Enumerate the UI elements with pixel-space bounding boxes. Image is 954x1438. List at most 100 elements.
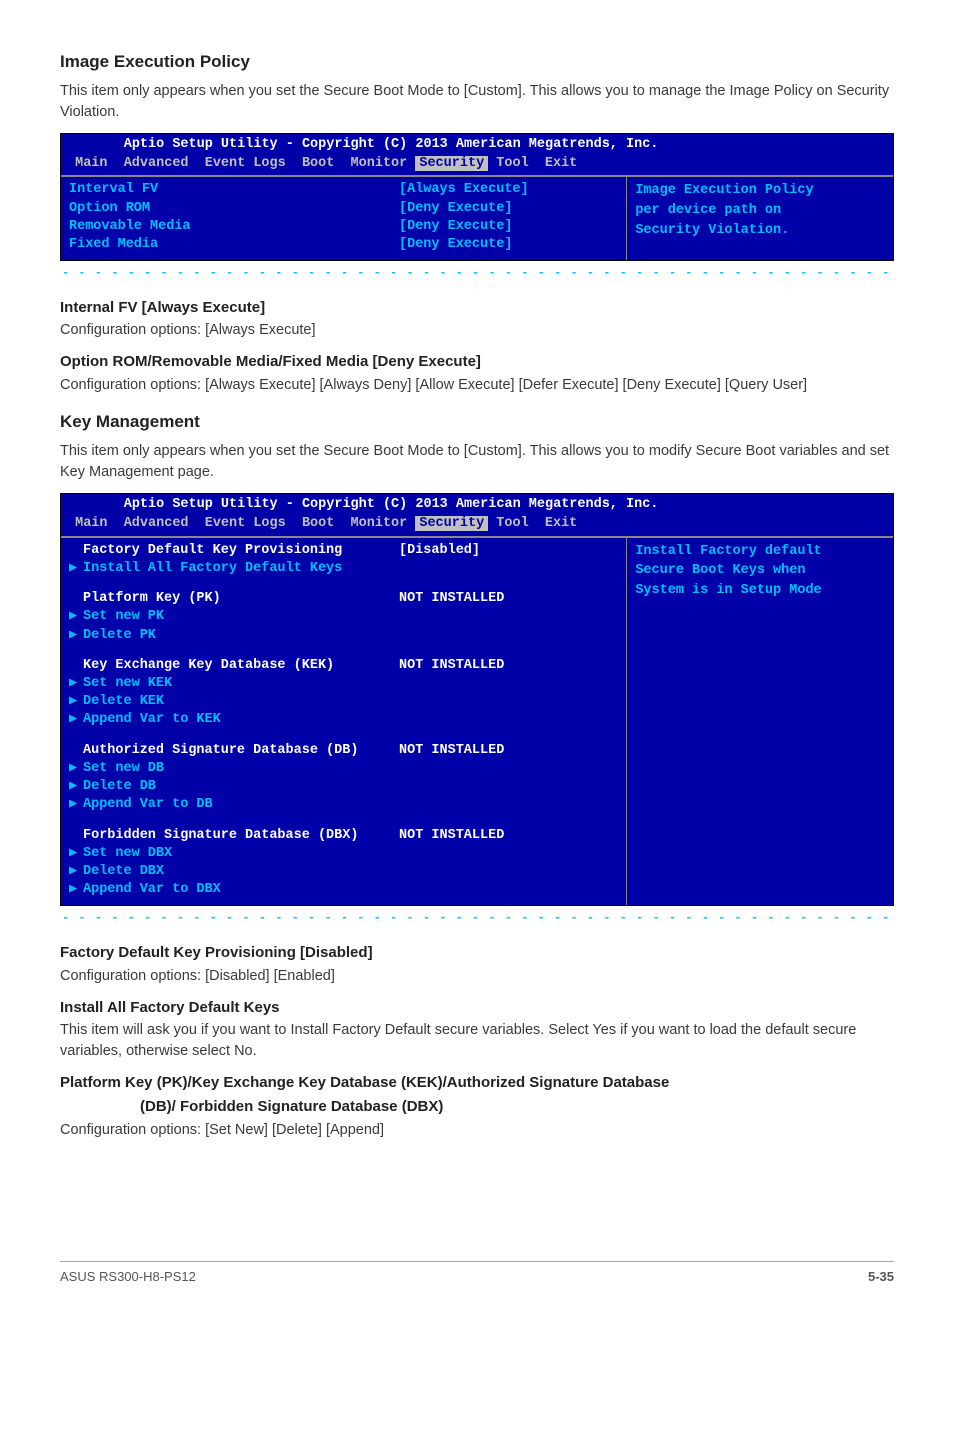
- bios2-label: Set new DB: [83, 760, 399, 778]
- section-title-2: Key Management: [60, 410, 894, 435]
- bios2-label: Set new PK: [83, 608, 399, 626]
- bios2-value: NOT INSTALLED: [399, 742, 618, 760]
- bios2-left-panel: Factory Default Key Provisioning[Disable…: [61, 537, 626, 906]
- bios2-label: Delete DB: [83, 778, 399, 796]
- bios2-group-spacer: [69, 730, 618, 742]
- bios1-dashes: - - - - - - - - - - - - - - - - - - - - …: [60, 265, 894, 282]
- triangle-icon: [69, 542, 83, 560]
- bios1-help-1: per device path on: [635, 201, 885, 221]
- bios2-value: [399, 796, 618, 814]
- section-title-1: Image Execution Policy: [60, 50, 894, 75]
- triangle-icon: ▶: [69, 675, 83, 693]
- sub5-title2: (DB)/ Forbidden Signature Database (DBX): [60, 1096, 894, 1118]
- bios2-label: Key Exchange Key Database (KEK): [83, 657, 399, 675]
- bios2-label: Set new KEK: [83, 675, 399, 693]
- bios2-label: Delete PK: [83, 627, 399, 645]
- bios1-row0-label: Interval FV: [69, 181, 399, 199]
- bios1-tab-active: Security: [415, 156, 488, 171]
- bios2-label: Append Var to KEK: [83, 711, 399, 729]
- page-footer: ASUS RS300-H8-PS12 5-35: [60, 1261, 894, 1287]
- sub4-text: This item will ask you if you want to In…: [60, 1020, 894, 1062]
- triangle-icon: ▶: [69, 863, 83, 881]
- bios2-tab-active: Security: [415, 516, 488, 531]
- bios2-value: NOT INSTALLED: [399, 657, 618, 675]
- bios2-value: [399, 675, 618, 693]
- bios2-value: [399, 560, 618, 578]
- bios2-label: Append Var to DBX: [83, 881, 399, 899]
- sub2-text: Configuration options: [Always Execute] …: [60, 375, 894, 396]
- bios2-value: NOT INSTALLED: [399, 590, 618, 608]
- bios1-tabs-post: Tool Exit: [488, 156, 577, 171]
- bios2-row: ▶Append Var to DB: [69, 796, 618, 814]
- bios2-tabs-post: Tool Exit: [488, 516, 577, 531]
- bios2-tabs: Main Advanced Event Logs Boot Monitor Se…: [61, 514, 893, 536]
- sub3-title: Factory Default Key Provisioning [Disabl…: [60, 942, 894, 964]
- bios2-row: Key Exchange Key Database (KEK)NOT INSTA…: [69, 657, 618, 675]
- bios2-row: Authorized Signature Database (DB)NOT IN…: [69, 742, 618, 760]
- bios2-header: Aptio Setup Utility - Copyright (C) 2013…: [61, 494, 893, 514]
- bios2-group-spacer: [69, 815, 618, 827]
- bios2-value: [399, 881, 618, 899]
- bios1-row2-label: Removable Media: [69, 218, 399, 236]
- bios2-row: ▶Set new DB: [69, 760, 618, 778]
- sub4-title: Install All Factory Default Keys: [60, 997, 894, 1019]
- bios2-row: ▶Delete KEK: [69, 693, 618, 711]
- bios2-value: [399, 845, 618, 863]
- bios2-label: Install All Factory Default Keys: [83, 560, 399, 578]
- sub1-title: Internal FV [Always Execute]: [60, 297, 894, 319]
- bios1-help-0: Image Execution Policy: [635, 181, 885, 201]
- triangle-icon: ▶: [69, 760, 83, 778]
- bios1-help-2: Security Violation.: [635, 221, 885, 241]
- triangle-icon: ▶: [69, 693, 83, 711]
- bios2-row: ▶Delete DB: [69, 778, 618, 796]
- bios2-label: Platform Key (PK): [83, 590, 399, 608]
- bios2-label: Forbidden Signature Database (DBX): [83, 827, 399, 845]
- bios2-help-panel: Install Factory default Secure Boot Keys…: [626, 537, 893, 906]
- triangle-icon: ▶: [69, 560, 83, 578]
- bios2-row: ▶Set new PK: [69, 608, 618, 626]
- bios2-value: NOT INSTALLED: [399, 827, 618, 845]
- sub5-text: Configuration options: [Set New] [Delete…: [60, 1120, 894, 1141]
- bios2-group-spacer: [69, 578, 618, 590]
- bios2-row: ▶Set new KEK: [69, 675, 618, 693]
- triangle-icon: ▶: [69, 845, 83, 863]
- bios2-value: [399, 627, 618, 645]
- bios1-row1-label: Option ROM: [69, 200, 399, 218]
- bios2-dashes: - - - - - - - - - - - - - - - - - - - - …: [60, 910, 894, 927]
- bios2-row: Factory Default Key Provisioning[Disable…: [69, 542, 618, 560]
- footer-left: ASUS RS300-H8-PS12: [60, 1268, 196, 1287]
- bios2-row: Platform Key (PK)NOT INSTALLED: [69, 590, 618, 608]
- sub1-text: Configuration options: [Always Execute]: [60, 320, 894, 341]
- bios1-title: Aptio Setup Utility - Copyright (C) 2013…: [124, 137, 659, 152]
- bios2-value: [Disabled]: [399, 542, 618, 560]
- sub2-title: Option ROM/Removable Media/Fixed Media […: [60, 351, 894, 373]
- triangle-icon: [69, 827, 83, 845]
- triangle-icon: ▶: [69, 778, 83, 796]
- bios1-help-panel: Image Execution Policy per device path o…: [626, 176, 893, 260]
- bios2-label: Set new DBX: [83, 845, 399, 863]
- triangle-icon: [69, 590, 83, 608]
- bios2-label: Delete KEK: [83, 693, 399, 711]
- bios1-row0-value: [Always Execute]: [399, 181, 618, 199]
- bios2-row: ▶Append Var to DBX: [69, 881, 618, 899]
- bios2-row: Forbidden Signature Database (DBX)NOT IN…: [69, 827, 618, 845]
- bios1-row3-value: [Deny Execute]: [399, 236, 618, 254]
- triangle-icon: ▶: [69, 608, 83, 626]
- triangle-icon: ▶: [69, 711, 83, 729]
- bios2-label: Authorized Signature Database (DB): [83, 742, 399, 760]
- section-desc-1: This item only appears when you set the …: [60, 81, 894, 123]
- bios2-value: [399, 711, 618, 729]
- bios2-row: ▶Install All Factory Default Keys: [69, 560, 618, 578]
- triangle-icon: [69, 657, 83, 675]
- bios2-label: Factory Default Key Provisioning: [83, 542, 399, 560]
- bios2-row: ▶Delete DBX: [69, 863, 618, 881]
- bios2-row: ▶Append Var to KEK: [69, 711, 618, 729]
- triangle-icon: [69, 742, 83, 760]
- bios2-help-1: Secure Boot Keys when: [635, 561, 885, 581]
- bios2-value: [399, 863, 618, 881]
- bios2-help-2: System is in Setup Mode: [635, 581, 885, 601]
- bios1-tabs-pre: Main Advanced Event Logs Boot Monitor: [67, 156, 415, 171]
- bios2-value: [399, 608, 618, 626]
- bios1-left-panel: Interval FV[Always Execute] Option ROM[D…: [61, 176, 626, 260]
- bios2-value: [399, 760, 618, 778]
